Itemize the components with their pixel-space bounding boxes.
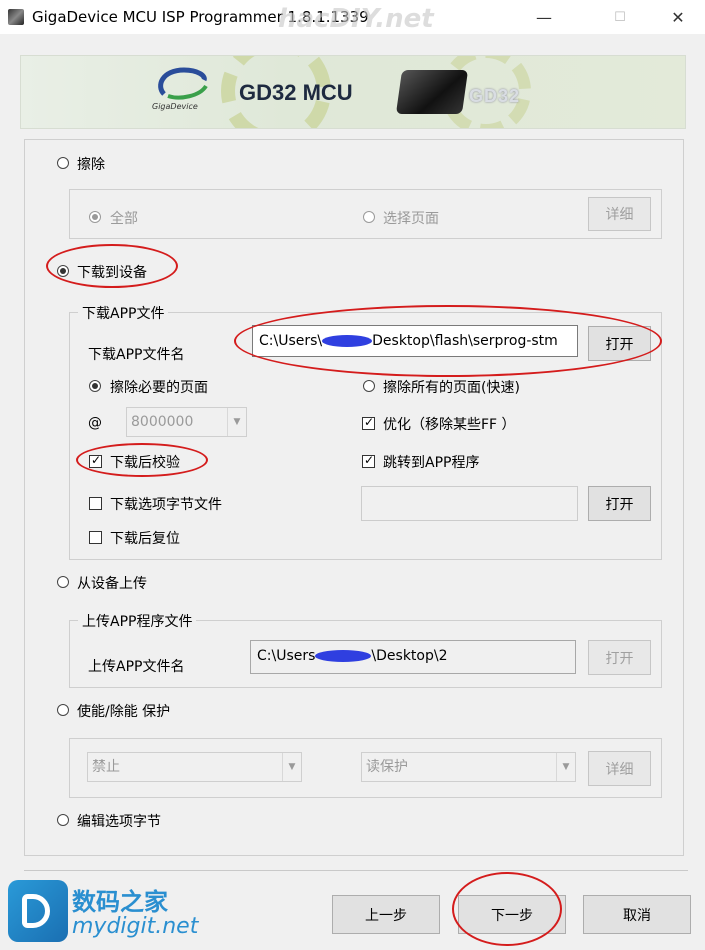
protect-select-value: 禁止	[92, 759, 120, 775]
close-button[interactable]: ✕	[655, 0, 701, 34]
annotation-circle	[76, 443, 208, 477]
maximize-button[interactable]: ☐	[597, 0, 643, 34]
download-group-title: 下载APP文件	[78, 303, 169, 323]
protect-radio[interactable]	[57, 704, 69, 716]
erase-needed-radio[interactable]	[89, 380, 101, 392]
minimize-button[interactable]: —	[521, 0, 567, 34]
erase-label: 擦除	[77, 157, 105, 173]
select-page-radio[interactable]	[363, 211, 375, 223]
option-bytes-radio[interactable]	[57, 814, 69, 826]
upload-radio[interactable]	[57, 576, 69, 588]
watermark-url: mydigit.net	[72, 914, 199, 939]
reset-after-checkbox[interactable]	[89, 531, 102, 544]
address-value: 8000000	[131, 414, 194, 430]
download-file-name-label: 下载APP文件名	[88, 347, 185, 363]
chevron-down-icon: ▼	[556, 753, 575, 781]
app-icon	[8, 9, 24, 25]
title-bar: GigaDevice MCU ISP Programmer 1.8.1.1339…	[0, 0, 705, 34]
banner-badge: GD32	[469, 86, 521, 106]
optimize-label: 优化（移除某些FF ）	[383, 417, 516, 433]
address-select[interactable]: 8000000 ▼	[126, 407, 247, 437]
jump-to-app-checkbox[interactable]: ✓	[362, 453, 375, 468]
watermark-title: 数码之家	[72, 888, 168, 916]
upload-file-name-label: 上传APP文件名	[88, 659, 185, 675]
protect-label: 使能/除能 保护	[77, 704, 171, 720]
full-chip-radio[interactable]	[89, 211, 101, 223]
jump-to-app-label: 跳转到APP程序	[383, 455, 480, 471]
select-page-label: 选择页面	[383, 211, 439, 227]
annotation-circle	[234, 305, 662, 377]
option-bytes-file-label: 下载选项字节文件	[110, 497, 222, 513]
erase-radio[interactable]	[57, 157, 69, 169]
optimize-checkbox[interactable]: ✓	[362, 415, 375, 430]
erase-all-radio[interactable]	[363, 380, 375, 392]
protect-detail-button[interactable]: 详细	[588, 751, 651, 786]
annotation-circle	[452, 872, 562, 946]
upload-group-title: 上传APP程序文件	[78, 611, 197, 631]
redacted-username	[315, 650, 372, 662]
upload-path-suffix: \Desktop\2	[371, 648, 448, 664]
upload-open-button[interactable]: 打开	[588, 640, 651, 675]
annotation-circle	[46, 244, 178, 288]
reset-after-label: 下载后复位	[110, 531, 180, 547]
divider	[24, 870, 688, 871]
erase-all-label: 擦除所有的页面(快速)	[383, 380, 520, 396]
gigadevice-logo-icon	[158, 67, 208, 100]
upload-file-path-field[interactable]: C:\Users \Desktop\2	[250, 640, 576, 674]
chip-icon	[395, 70, 469, 114]
protect-select[interactable]: 禁止 ▼	[87, 752, 302, 782]
option-bytes-file-checkbox[interactable]	[89, 497, 102, 510]
option-bytes-label: 编辑选项字节	[77, 814, 161, 830]
jump-address-field[interactable]	[361, 486, 578, 521]
chevron-down-icon: ▼	[282, 753, 301, 781]
prev-button[interactable]: 上一步	[332, 895, 440, 934]
erase-needed-label: 擦除必要的页面	[110, 380, 208, 396]
chevron-down-icon: ▼	[227, 408, 246, 436]
protect-type-value: 读保护	[366, 759, 408, 775]
protect-type-select[interactable]: 读保护 ▼	[361, 752, 576, 782]
cancel-button[interactable]: 取消	[583, 895, 691, 934]
erase-detail-button[interactable]: 详细	[588, 197, 651, 231]
full-chip-label: 全部	[110, 211, 138, 227]
upload-label: 从设备上传	[77, 576, 147, 592]
mydigit-logo-icon	[8, 880, 68, 942]
watermark-site: hacDIY.net	[278, 4, 434, 34]
address-at-label: @	[88, 415, 102, 431]
upload-path-prefix: C:\Users	[257, 648, 316, 664]
banner: GigaDevice GD32 MCU GD32	[20, 55, 686, 129]
banner-title: GD32 MCU	[239, 80, 353, 105]
logo-text: GigaDevice	[152, 102, 198, 111]
download-open-button-2[interactable]: 打开	[588, 486, 651, 521]
